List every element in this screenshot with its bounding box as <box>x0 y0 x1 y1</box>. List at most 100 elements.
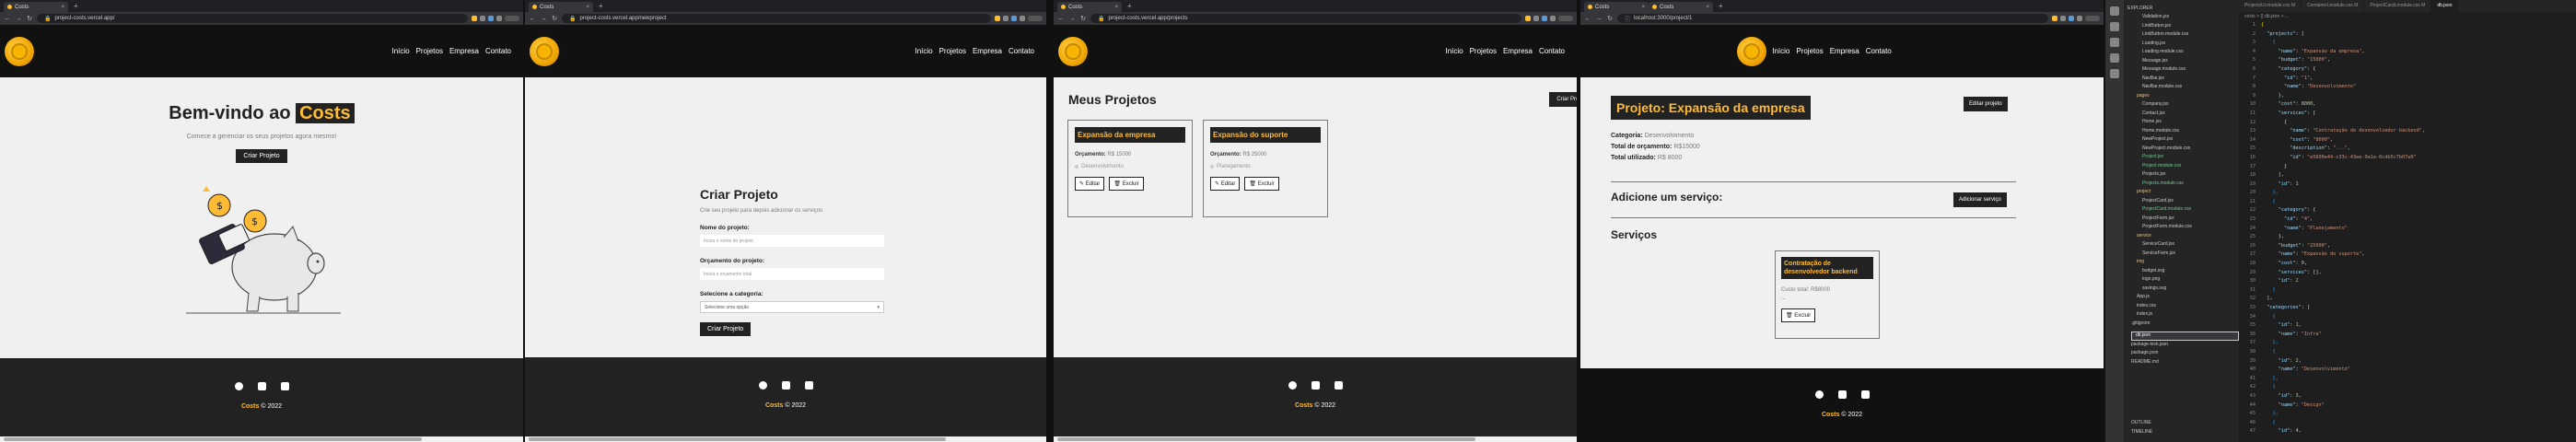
code-line[interactable]: 15 "description": "...", <box>2239 145 2576 154</box>
nav-item-contact[interactable]: Contato <box>1008 47 1034 55</box>
forward-icon[interactable]: → <box>15 16 22 22</box>
code-line[interactable]: 25 }, <box>2239 233 2576 242</box>
reload-icon[interactable]: ↻ <box>26 15 33 22</box>
extension-icon[interactable] <box>2060 16 2066 21</box>
code-line[interactable]: 20 }, <box>2239 189 2576 198</box>
profile-icon[interactable] <box>2085 16 2100 21</box>
browser-tab[interactable]: Costs × <box>1649 2 1713 12</box>
logo-icon[interactable] <box>530 36 559 66</box>
code-line[interactable]: 32 ], <box>2239 295 2576 304</box>
file-tree-item[interactable]: Home.jsx <box>2131 118 2239 127</box>
code-line[interactable]: 27 "name": "Expansão do suporte", <box>2239 250 2576 260</box>
file-tree-item[interactable]: NewProject.module.css <box>2131 145 2239 154</box>
timeline-section[interactable]: TIMELINE <box>2131 428 2152 437</box>
url-field[interactable]: 🔒 project-costs.vercel.app/newproject <box>562 14 991 23</box>
file-tree-item[interactable]: Project.module.css <box>2131 162 2239 171</box>
close-tab-icon[interactable]: × <box>61 5 64 10</box>
profile-icon[interactable] <box>1558 16 1573 21</box>
remove-service-button[interactable]: 🗑 Excluir <box>1781 308 1816 322</box>
nav-item-contact[interactable]: Contato <box>1539 47 1565 55</box>
instagram-icon[interactable] <box>1311 381 1320 390</box>
file-tree-item[interactable]: LinkButton.module.css <box>2131 30 2239 40</box>
new-tab-icon[interactable]: + <box>74 2 78 10</box>
extension-icon[interactable] <box>1542 16 1547 21</box>
extension-icon[interactable] <box>480 16 485 21</box>
file-tree-item[interactable]: Company.jsx <box>2131 100 2239 110</box>
horizontal-scrollbar[interactable] <box>525 436 1046 442</box>
code-line[interactable]: 6 "category": { <box>2239 65 2576 75</box>
facebook-icon[interactable] <box>758 381 767 390</box>
code-line[interactable]: 30 "id": 2 <box>2239 277 2576 286</box>
remove-button[interactable]: 🗑 Excluir <box>1244 177 1279 191</box>
code-line[interactable]: 17 } <box>2239 163 2576 172</box>
file-tree-item[interactable]: Home.module.css <box>2131 127 2239 136</box>
instagram-icon[interactable] <box>257 382 266 390</box>
code-line[interactable]: 38 { <box>2239 348 2576 357</box>
source-control-icon[interactable] <box>2110 38 2119 47</box>
file-tree-item[interactable]: NavBar.jsx <box>2131 75 2239 84</box>
file-tree-item[interactable]: LinkButton.jsx <box>2131 22 2239 31</box>
url-field[interactable]: 🔒 project-costs.vercel.app/ <box>37 14 468 23</box>
file-tree-item[interactable]: index.js <box>2131 310 2239 320</box>
add-service-button[interactable]: Adicionar serviço <box>1953 192 2007 207</box>
url-field[interactable]: ⓘ localhost:3000/project/1 <box>1617 14 2048 23</box>
editor-tab-active[interactable]: db.json <box>2431 0 2459 12</box>
code-line[interactable]: 1{ <box>2239 21 2576 30</box>
linkedin-icon[interactable] <box>1334 381 1343 390</box>
create-project-button[interactable]: Criar Projeto <box>1549 92 1577 107</box>
extension-icon[interactable] <box>1525 16 1531 21</box>
name-input[interactable]: Insira o nome do projeto <box>700 235 884 247</box>
forward-icon[interactable]: → <box>1068 16 1076 22</box>
code-line[interactable]: 24 "name": "Planejamento" <box>2239 225 2576 234</box>
file-tree-item[interactable]: README.md <box>2131 358 2239 367</box>
extension-icon[interactable] <box>2052 16 2057 21</box>
code-line[interactable]: 46 { <box>2239 419 2576 428</box>
nav-item-company[interactable]: Empresa <box>973 47 1002 55</box>
code-line[interactable]: 45 }, <box>2239 410 2576 419</box>
linkedin-icon[interactable] <box>280 382 289 390</box>
submit-button[interactable]: Criar Projeto <box>700 322 752 336</box>
extensions-icon[interactable] <box>2110 69 2119 78</box>
code-line[interactable]: 7 "id": "1", <box>2239 75 2576 84</box>
nav-item-projects[interactable]: Projetos <box>939 47 966 55</box>
back-icon[interactable]: ← <box>4 16 11 22</box>
url-field[interactable]: 🔒 project-costs.vercel.app/projects <box>1090 14 1521 23</box>
new-tab-icon[interactable]: + <box>599 2 603 10</box>
facebook-icon[interactable] <box>1814 390 1824 399</box>
file-tree-item[interactable]: ProjectForm.module.css <box>2131 223 2239 232</box>
code-line[interactable]: 2 "projects": [ <box>2239 30 2576 40</box>
file-tree-item[interactable]: App.js <box>2131 293 2239 302</box>
file-tree-item[interactable]: Projects.jsx <box>2131 170 2239 180</box>
new-tab-icon[interactable]: + <box>1719 2 1723 10</box>
explorer-icon[interactable] <box>2110 6 2119 16</box>
file-tree-item[interactable]: ProjectForm.jsx <box>2131 215 2239 224</box>
nav-item-home[interactable]: Início <box>1772 47 1789 55</box>
nav-item-company[interactable]: Empresa <box>1503 47 1533 55</box>
extension-icon[interactable] <box>2077 16 2082 21</box>
file-tree-item[interactable]: ServiceCard.jsx <box>2131 240 2239 250</box>
code-line[interactable]: 39 "id": 2, <box>2239 357 2576 366</box>
nav-item-home[interactable]: Início <box>391 47 409 55</box>
code-line[interactable]: 21 { <box>2239 198 2576 207</box>
back-icon[interactable]: ← <box>1057 16 1065 22</box>
file-tree-item[interactable]: Project.jsx <box>2131 153 2239 162</box>
code-line[interactable]: 36 "name": "Infra" <box>2239 331 2576 340</box>
file-tree-item[interactable]: ServiceForm.jsx <box>2131 250 2239 259</box>
code-line[interactable]: 14 "cost": "8000", <box>2239 136 2576 145</box>
code-line[interactable]: 37 }, <box>2239 339 2576 348</box>
extension-icon[interactable] <box>488 16 494 21</box>
back-icon[interactable]: ← <box>529 16 536 22</box>
budget-input[interactable]: Insira o orçamento total <box>700 268 884 280</box>
remove-button[interactable]: 🗑 Excluir <box>1109 177 1144 191</box>
forward-icon[interactable]: → <box>1595 16 1603 22</box>
nav-item-projects[interactable]: Projetos <box>1796 47 1823 55</box>
extension-icon[interactable] <box>1003 16 1008 21</box>
search-icon[interactable] <box>2110 22 2119 31</box>
nav-item-projects[interactable]: Projetos <box>1470 47 1497 55</box>
back-icon[interactable]: ← <box>1584 16 1591 22</box>
file-tree-item[interactable]: Loading.jsx <box>2131 40 2239 49</box>
horizontal-scrollbar[interactable] <box>0 436 523 442</box>
code-line[interactable]: 40 "name": "Desenvolvimento" <box>2239 366 2576 375</box>
code-line[interactable]: 47 "id": 4, <box>2239 427 2576 436</box>
code-line[interactable]: 41 }, <box>2239 375 2576 384</box>
